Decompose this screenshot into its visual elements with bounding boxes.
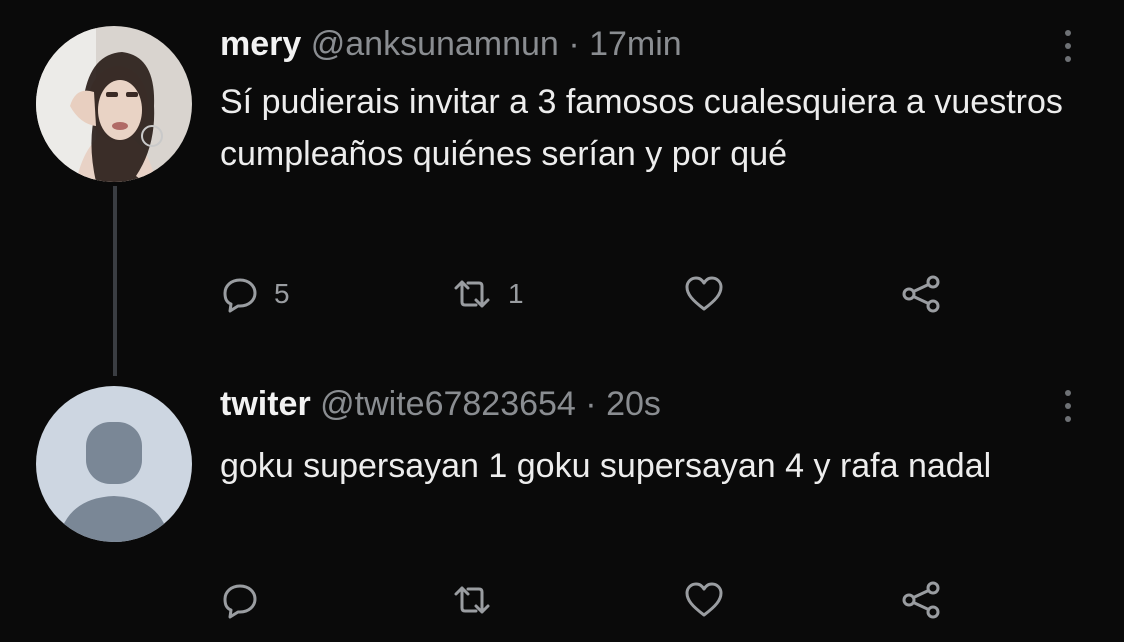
heart-icon: [685, 276, 723, 311]
retweet-icon: [454, 586, 490, 614]
timestamp[interactable]: · 20s: [585, 385, 661, 423]
tweet-actions: 5 1: [220, 270, 980, 318]
timestamp[interactable]: · 17min: [568, 25, 681, 63]
retweet-count: 1: [508, 278, 524, 309]
user-handle[interactable]: @anksunamnun: [311, 25, 559, 63]
tweet-header: twiter @twite67823654 · 20s: [220, 384, 661, 424]
avatar[interactable]: [36, 386, 192, 542]
tweet-2[interactable]: twiter @twite67823654 · 20s goku supersa…: [0, 370, 1124, 642]
tweet-actions: [220, 576, 980, 624]
retweet-button[interactable]: 1: [450, 270, 524, 318]
more-vertical-icon[interactable]: [1062, 390, 1074, 429]
reply-icon: [223, 584, 257, 619]
retweet-icon: [454, 280, 490, 308]
heart-icon: [685, 582, 723, 617]
tweet-1[interactable]: mery @anksunamnun · 17min Sí pudierais i…: [0, 0, 1124, 370]
reply-button[interactable]: 5: [220, 270, 290, 318]
like-button[interactable]: [682, 576, 726, 624]
share-button[interactable]: [900, 270, 944, 318]
tweet-text: Sí pudierais invitar a 3 famosos cualesq…: [220, 83, 1063, 173]
like-button[interactable]: [682, 270, 726, 318]
user-handle[interactable]: @twite67823654: [320, 385, 576, 423]
reply-button[interactable]: [220, 576, 274, 624]
share-button[interactable]: [900, 576, 944, 624]
reply-icon: [223, 278, 257, 313]
display-name[interactable]: twiter: [220, 385, 311, 423]
tweet-text: goku supersayan 1 goku supersayan 4 y ra…: [220, 447, 992, 485]
share-icon: [902, 581, 940, 619]
avatar[interactable]: [36, 26, 192, 182]
reply-count: 5: [274, 278, 290, 309]
share-icon: [902, 275, 940, 313]
retweet-button[interactable]: [450, 576, 508, 624]
more-vertical-icon[interactable]: [1062, 30, 1074, 69]
tweet-header: mery @anksunamnun · 17min: [220, 24, 682, 64]
display-name[interactable]: mery: [220, 25, 301, 63]
